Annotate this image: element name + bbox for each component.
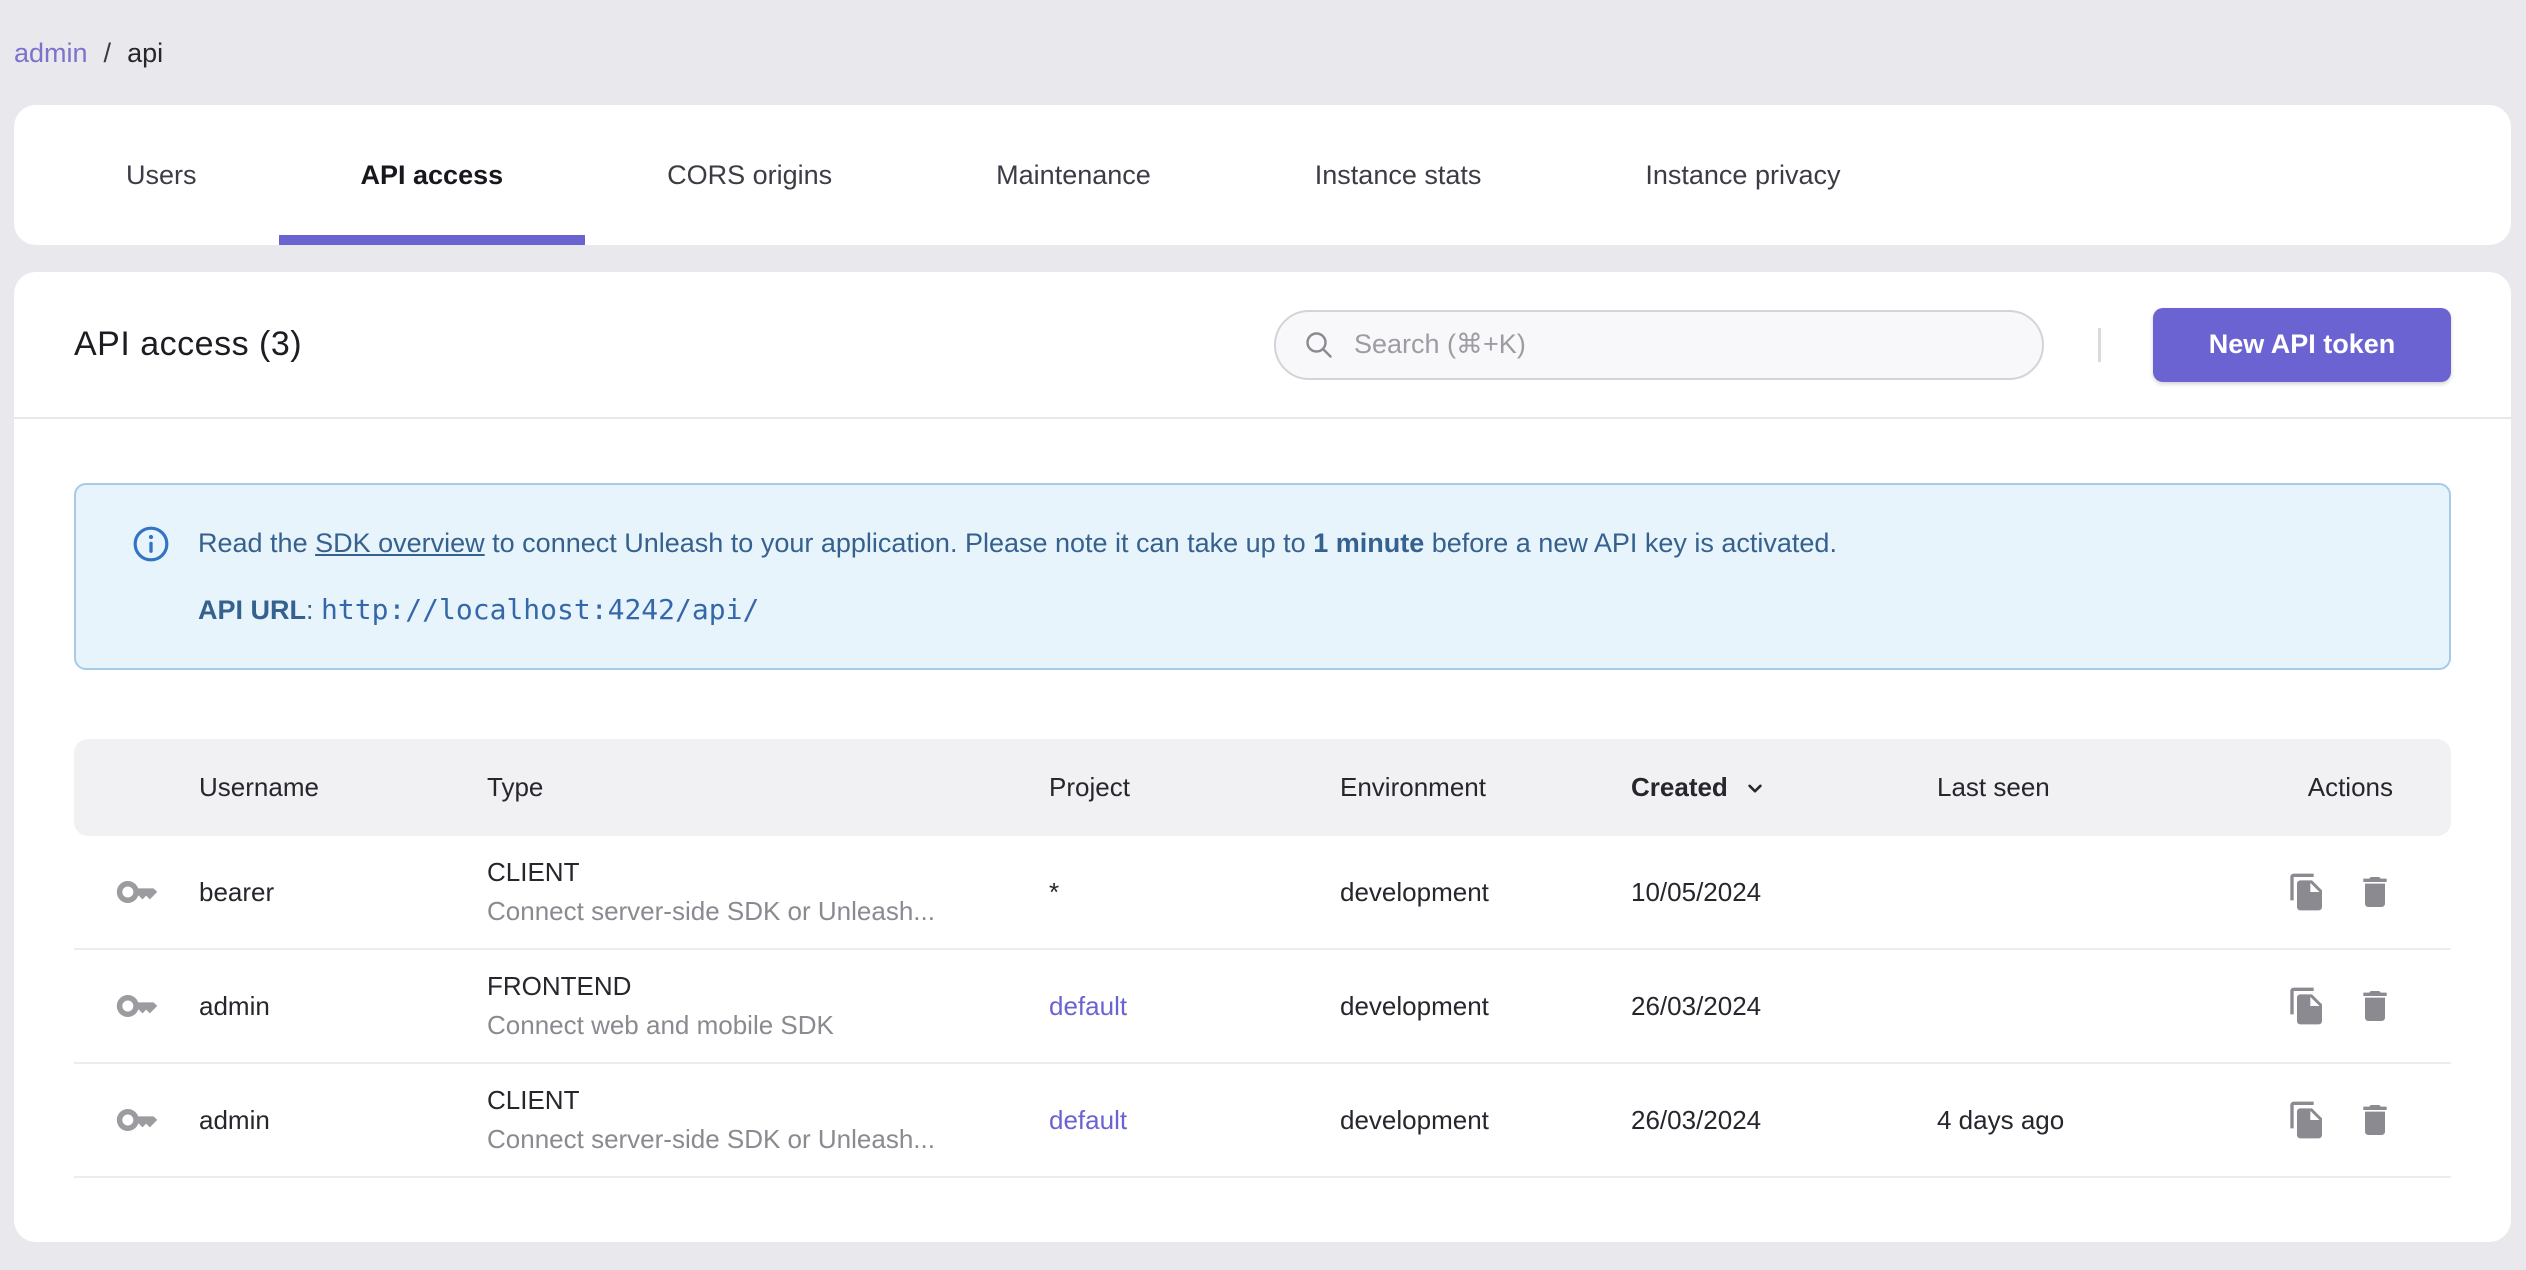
api-tokens-table: Username Type Project Environment Create…: [74, 739, 2451, 1178]
table-row: admin CLIENT Connect server-side SDK or …: [74, 1064, 2451, 1178]
alert-message: Read the SDK overview to connect Unleash…: [198, 523, 1837, 563]
tab-api-access-label: API access: [360, 159, 504, 190]
delete-token-button[interactable]: [2355, 1100, 2395, 1140]
delete-token-button[interactable]: [2355, 986, 2395, 1026]
tab-cors-origins[interactable]: CORS origins: [585, 105, 914, 245]
cell-created: 10/05/2024: [1631, 876, 1762, 907]
project-value: *: [1049, 876, 1060, 907]
api-url-line: API URL: http://localhost:4242/api/: [198, 593, 1837, 626]
copy-icon: [2290, 873, 2322, 911]
sdk-overview-link[interactable]: SDK overview: [315, 528, 485, 558]
cell-type: FRONTEND Connect web and mobile SDK: [487, 971, 1049, 1041]
tab-instance-privacy-label: Instance privacy: [1645, 159, 1841, 190]
copy-token-button[interactable]: [2287, 1100, 2327, 1140]
cell-created: 26/03/2024: [1631, 990, 1762, 1021]
table-row: bearer CLIENT Connect server-side SDK or…: [74, 836, 2451, 950]
cell-actions: [2269, 986, 2451, 1026]
breadcrumb-current-page: api: [127, 38, 164, 68]
new-api-token-button[interactable]: New API token: [2153, 307, 2451, 382]
cell-actions: [2269, 872, 2451, 912]
key-icon: [74, 984, 199, 1028]
cell-username: admin: [199, 1104, 270, 1135]
tab-instance-stats-label: Instance stats: [1314, 159, 1482, 190]
cell-project: default: [1049, 1105, 1340, 1136]
cell-project: *: [1049, 877, 1340, 908]
alert-text-block: Read the SDK overview to connect Unleash…: [198, 523, 1837, 626]
breadcrumb-separator: /: [103, 38, 112, 68]
cell-type: CLIENT Connect server-side SDK or Unleas…: [487, 1085, 1049, 1155]
tab-users-label: Users: [126, 159, 197, 190]
cell-username: admin: [199, 990, 270, 1021]
settings-tab-bar: Users API access CORS origins Maintenanc…: [14, 105, 2511, 245]
header-cell-created[interactable]: Created: [1631, 772, 1937, 803]
alert-text-suffix: before a new API key is activated.: [1424, 528, 1837, 558]
header-cell-environment[interactable]: Environment: [1340, 772, 1631, 803]
search-box[interactable]: [1274, 309, 2044, 380]
token-type: CLIENT: [487, 857, 580, 887]
cell-last-seen: 4 days ago: [1937, 1104, 2065, 1135]
copy-token-button[interactable]: [2287, 872, 2327, 912]
api-access-card: API access (3) New API token Read the SD…: [14, 272, 2511, 1242]
api-url-label: API URL: [198, 595, 306, 625]
alert-text-bold: 1 minute: [1313, 528, 1425, 558]
header-divider: [2098, 327, 2101, 362]
trash-icon: [2363, 1105, 2387, 1135]
key-icon: [74, 870, 199, 914]
header-cell-project[interactable]: Project: [1049, 772, 1340, 803]
api-url-colon: :: [306, 595, 322, 625]
header-cell-type[interactable]: Type: [487, 772, 1049, 803]
tab-cors-origins-label: CORS origins: [667, 159, 833, 190]
cell-username: bearer: [199, 876, 275, 907]
cell-actions: [2269, 1100, 2451, 1140]
api-url-value: http://localhost:4242/api/: [321, 593, 760, 626]
search-icon: [1302, 328, 1336, 362]
header-created-label: Created: [1631, 772, 1728, 802]
breadcrumb-admin-link[interactable]: admin: [14, 38, 88, 69]
token-type-description: Connect server-side SDK or Unleash...: [487, 896, 935, 926]
token-type-description: Connect web and mobile SDK: [487, 1010, 834, 1040]
cell-created: 26/03/2024: [1631, 1104, 1762, 1135]
key-icon: [74, 1098, 199, 1142]
alert-text-prefix: Read the: [198, 528, 316, 558]
alert-text-middle: to connect Unleash to your application. …: [484, 528, 1314, 558]
info-icon: [132, 525, 170, 626]
cell-environment: development: [1340, 876, 1489, 907]
project-link[interactable]: default: [1049, 1105, 1127, 1135]
chevron-down-icon: [1742, 775, 1768, 801]
search-input[interactable]: [1354, 329, 1974, 360]
cell-type: CLIENT Connect server-side SDK or Unleas…: [487, 857, 1049, 927]
cell-environment: development: [1340, 990, 1489, 1021]
token-type: FRONTEND: [487, 971, 632, 1001]
header-cell-actions: Actions: [2307, 772, 2393, 802]
tab-instance-stats[interactable]: Instance stats: [1233, 105, 1564, 245]
delete-token-button[interactable]: [2355, 872, 2395, 912]
copy-token-button[interactable]: [2287, 986, 2327, 1026]
page-title: API access (3): [74, 325, 303, 363]
breadcrumb: admin / api: [14, 38, 163, 69]
header-cell-last-seen[interactable]: Last seen: [1937, 772, 2269, 803]
active-tab-indicator: [278, 235, 586, 245]
header-cell-username[interactable]: Username: [199, 772, 487, 803]
copy-icon: [2290, 987, 2322, 1025]
token-type-description: Connect server-side SDK or Unleash...: [487, 1124, 935, 1154]
trash-icon: [2363, 877, 2387, 907]
tab-instance-privacy[interactable]: Instance privacy: [1563, 105, 1922, 245]
tab-users[interactable]: Users: [44, 105, 279, 245]
tab-maintenance-label: Maintenance: [996, 159, 1151, 190]
tab-api-access[interactable]: API access: [278, 105, 586, 245]
copy-icon: [2290, 1101, 2322, 1139]
tab-maintenance[interactable]: Maintenance: [914, 105, 1233, 245]
card-header: API access (3) New API token: [14, 272, 2511, 419]
sdk-info-alert: Read the SDK overview to connect Unleash…: [74, 483, 2451, 670]
cell-environment: development: [1340, 1104, 1489, 1135]
table-header-row: Username Type Project Environment Create…: [74, 739, 2451, 836]
trash-icon: [2363, 991, 2387, 1021]
token-type: CLIENT: [487, 1085, 580, 1115]
cell-project: default: [1049, 991, 1340, 1022]
table-row: admin FRONTEND Connect web and mobile SD…: [74, 950, 2451, 1064]
project-link[interactable]: default: [1049, 991, 1127, 1021]
